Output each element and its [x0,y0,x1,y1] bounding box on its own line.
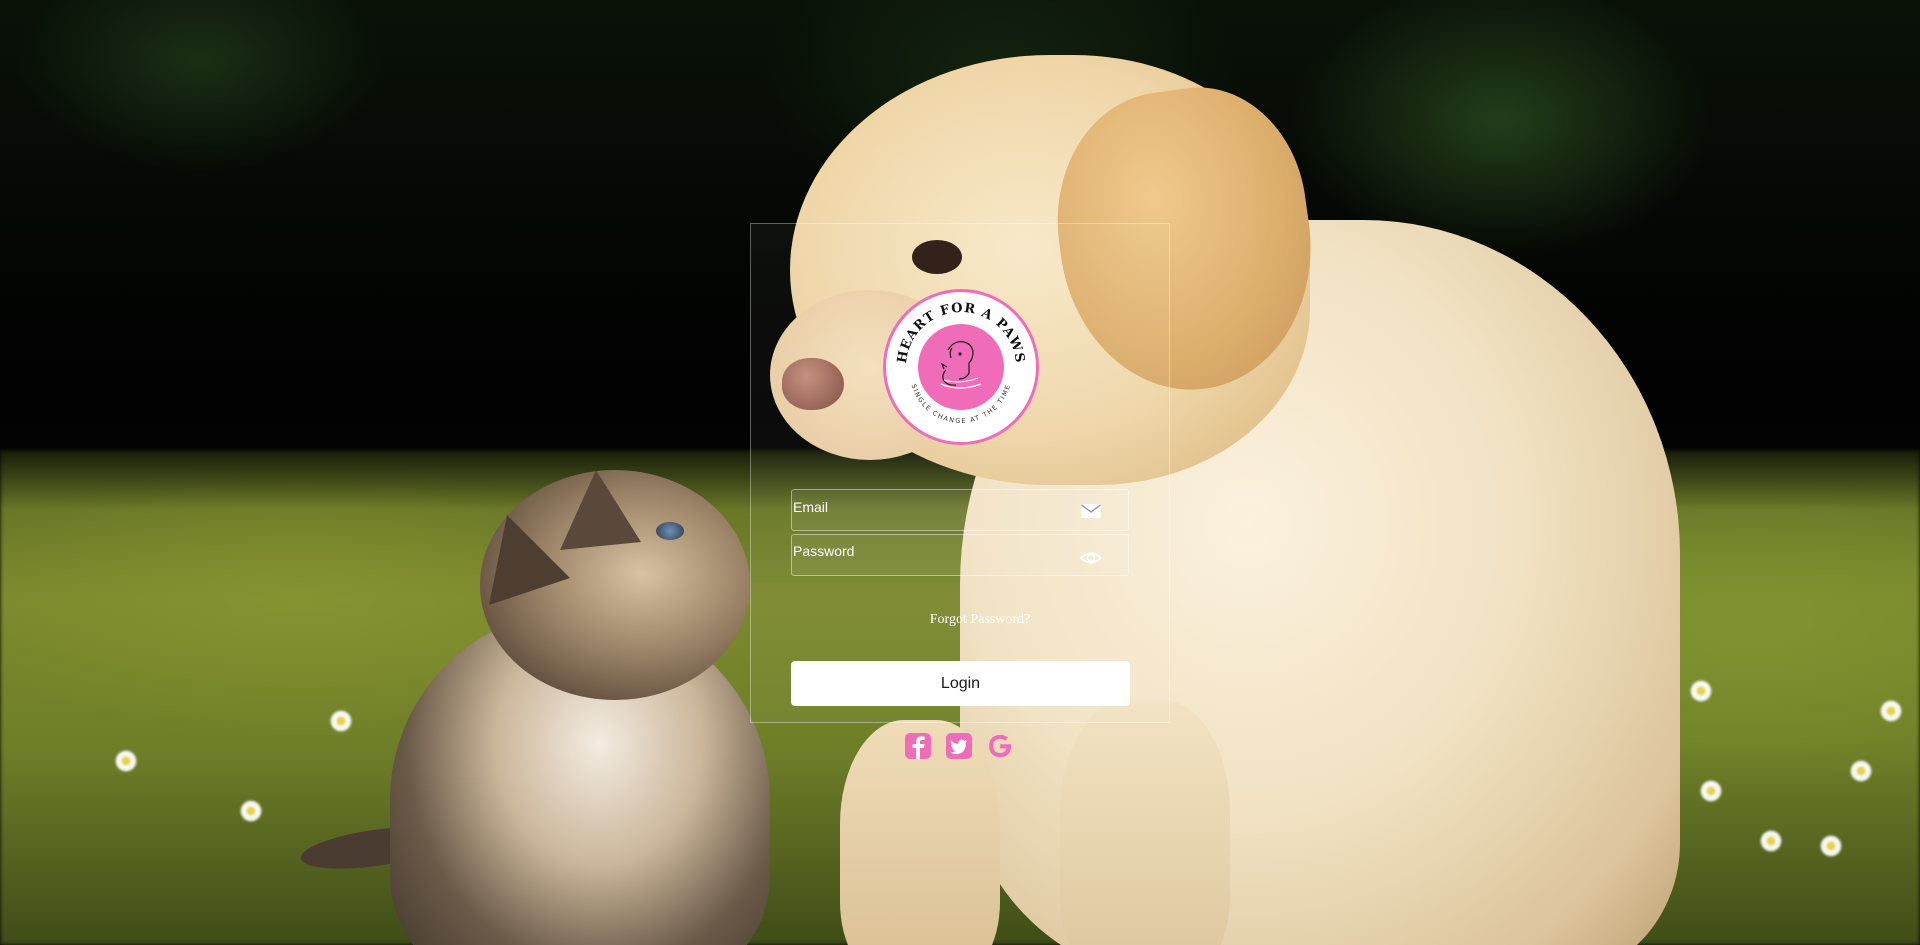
email-input[interactable] [792,487,1073,527]
password-input[interactable] [792,531,1073,571]
forgot-password-link[interactable]: Forgot Password? [900,612,1060,628]
envelope-icon [1081,504,1101,518]
brand-logo: HEART FOR A PAWS SINGLE CHANGE AT THE TI… [883,289,1039,445]
flower [240,800,262,822]
logo-graphic: HEART FOR A PAWS SINGLE CHANGE AT THE TI… [889,295,1033,439]
flower [330,710,352,732]
login-button[interactable]: Login [791,661,1130,706]
flower [1850,760,1872,782]
flower [1820,835,1842,857]
email-field[interactable] [791,487,1129,531]
flower [1690,680,1712,702]
flower [1880,700,1902,722]
facebook-icon[interactable] [903,731,933,761]
flower [115,750,137,772]
eye-icon[interactable] [1080,548,1102,568]
password-field[interactable] [791,531,1129,576]
google-icon[interactable] [985,731,1015,761]
puppy-leg [1060,700,1230,945]
kitten-eye [656,522,684,540]
twitter-icon[interactable] [944,731,974,761]
flower [1760,830,1782,852]
flower [1700,780,1722,802]
